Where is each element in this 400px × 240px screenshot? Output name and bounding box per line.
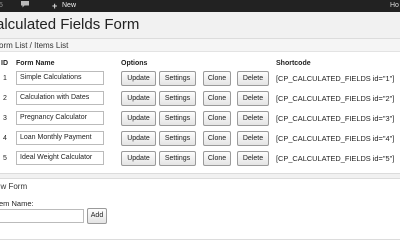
settings-button[interactable]: Settings	[159, 151, 196, 166]
plus-icon[interactable]: +	[52, 0, 60, 12]
update-button[interactable]: Update	[121, 131, 156, 146]
shortcode-text: [CP_CALCULATED_FIELDS id="4"]	[276, 134, 395, 143]
form-name-field[interactable]: Pregnancy Calculator	[16, 111, 104, 125]
update-button[interactable]: Update	[121, 91, 156, 106]
form-list-heading: orm List / Items List	[0, 39, 400, 52]
shortcode-text: [CP_CALCULATED_FIELDS id="5"]	[276, 154, 395, 163]
item-name-label: em Name:	[0, 199, 34, 208]
item-name-input[interactable]	[0, 209, 84, 223]
howdy-menu[interactable]: Ho	[390, 0, 399, 12]
settings-button[interactable]: Settings	[159, 71, 196, 86]
settings-button[interactable]: Settings	[159, 91, 196, 106]
update-button[interactable]: Update	[121, 151, 156, 166]
delete-button[interactable]: Delete	[237, 151, 269, 166]
column-header-options: Options	[121, 60, 148, 67]
clone-button[interactable]: Clone	[203, 71, 231, 86]
form-name-field[interactable]: Ideal Weight Calculator	[16, 151, 104, 165]
delete-button[interactable]: Delete	[237, 111, 269, 126]
table-row: 3 Pregnancy Calculator Update Settings C…	[0, 110, 400, 129]
update-button[interactable]: Update	[121, 111, 156, 126]
shortcode-text: [CP_CALCULATED_FIELDS id="3"]	[276, 114, 395, 123]
form-name-field[interactable]: Calculation with Dates	[16, 91, 104, 105]
adminbar-cut-item[interactable]: 5	[0, 0, 3, 12]
column-header-id: ID	[1, 60, 8, 67]
delete-button[interactable]: Delete	[237, 91, 269, 106]
clone-button[interactable]: Clone	[203, 111, 231, 126]
add-button[interactable]: Add	[87, 208, 107, 224]
column-header-form-name: Form Name	[16, 60, 55, 67]
row-id: 2	[3, 95, 7, 102]
clone-button[interactable]: Clone	[203, 91, 231, 106]
table-row: 1 Simple Calculations Update Settings Cl…	[0, 70, 400, 89]
shortcode-text: [CP_CALCULATED_FIELDS id="1"]	[276, 74, 395, 83]
row-id: 3	[3, 115, 7, 122]
row-id: 1	[3, 75, 7, 82]
update-button[interactable]: Update	[121, 71, 156, 86]
admin-bar: 5 + New Ho	[0, 0, 400, 12]
column-header-shortcode: Shortcode	[276, 60, 311, 67]
page-title: alculated Fields Form	[0, 16, 140, 33]
form-name-field[interactable]: Loan Monthly Payment	[16, 131, 104, 145]
delete-button[interactable]: Delete	[237, 131, 269, 146]
clone-button[interactable]: Clone	[203, 131, 231, 146]
comment-icon[interactable]	[20, 0, 30, 12]
table-row: 2 Calculation with Dates Update Settings…	[0, 90, 400, 109]
new-form-heading: ew Form	[0, 182, 28, 191]
settings-button[interactable]: Settings	[159, 111, 196, 126]
form-name-field[interactable]: Simple Calculations	[16, 71, 104, 85]
delete-button[interactable]: Delete	[237, 71, 269, 86]
clone-button[interactable]: Clone	[203, 151, 231, 166]
row-id: 4	[3, 135, 7, 142]
table-row: 5 Ideal Weight Calculator Update Setting…	[0, 150, 400, 169]
table-row: 4 Loan Monthly Payment Update Settings C…	[0, 130, 400, 149]
new-menu-label[interactable]: New	[62, 0, 76, 12]
row-id: 5	[3, 155, 7, 162]
settings-button[interactable]: Settings	[159, 131, 196, 146]
shortcode-text: [CP_CALCULATED_FIELDS id="2"]	[276, 94, 395, 103]
